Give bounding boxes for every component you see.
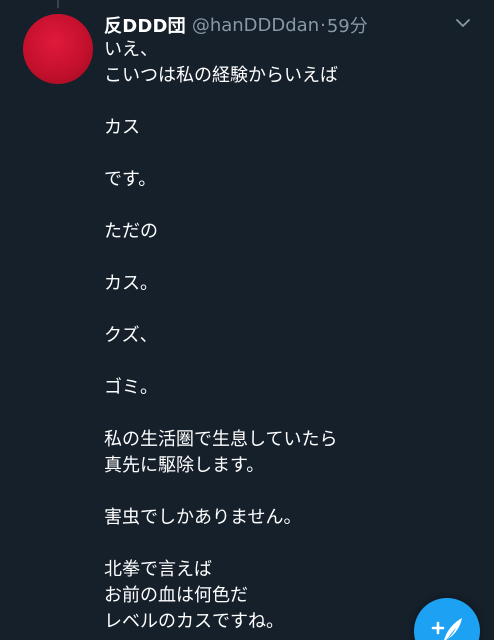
- tweet-text-line: お前の血は何色だ: [104, 585, 248, 606]
- thread-connector-line: [57, 0, 59, 8]
- tweet-screen: 反DDD団 @hanDDDdan · 59分 いえ、こいつは私の経験からいえばカ…: [0, 0, 494, 640]
- tweet-header: 反DDD団 @hanDDDdan · 59分: [104, 11, 474, 39]
- tweet-text: いえ、こいつは私の経験からいえば カスです。ただのカス。クズ、ゴミ。私の生活圏で生…: [104, 37, 474, 635]
- tweet-text-line: カス: [104, 117, 140, 138]
- tweet-text-line: 私の生活圏で生息していたら: [104, 429, 338, 450]
- display-name[interactable]: 反DDD団: [104, 12, 186, 38]
- tweet-text-line: いえ、: [104, 39, 158, 60]
- user-handle[interactable]: @hanDDDdan: [192, 15, 319, 36]
- compose-tweet-icon: [431, 618, 462, 640]
- chevron-down-icon[interactable]: [454, 14, 472, 32]
- tweet-text-line: 北拳で言えば: [104, 559, 212, 580]
- tweet-text-line: こいつは私の経験からいえば: [104, 65, 338, 86]
- avatar[interactable]: [23, 14, 93, 84]
- tweet-text-line: 真先に駆除します。: [104, 455, 265, 476]
- tweet-text-line: ゴミ。: [104, 377, 158, 398]
- tweet-text-line: ただの: [104, 221, 158, 242]
- tweet-text-line: 害虫でしかありません。: [104, 507, 302, 528]
- separator-dot: ·: [320, 14, 326, 36]
- tweet-text-line: カス。: [104, 273, 158, 294]
- timestamp[interactable]: 59分: [327, 12, 368, 38]
- tweet-text-line: です。: [104, 169, 157, 190]
- tweet-text-line: クズ、: [104, 325, 158, 346]
